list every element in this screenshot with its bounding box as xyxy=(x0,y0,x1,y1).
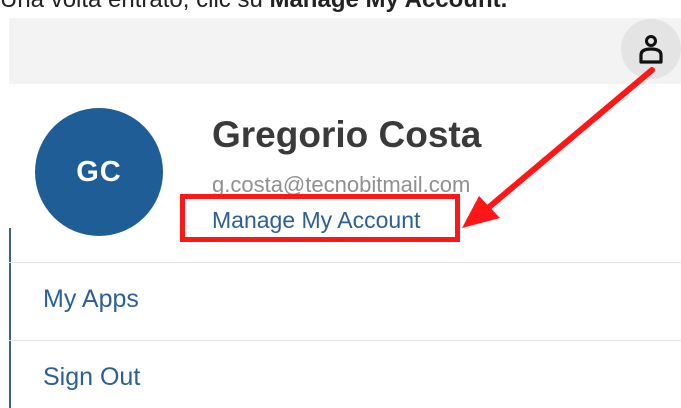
avatar: GC xyxy=(35,108,163,236)
menu-item-sign-out[interactable]: Sign Out xyxy=(43,363,140,392)
user-menu-button[interactable] xyxy=(621,19,681,79)
caption-bold-text: Manage My Account. xyxy=(269,0,507,13)
caption-text: Una volta entrato, clic su xyxy=(0,0,269,13)
divider xyxy=(9,262,681,263)
top-bar xyxy=(9,18,681,84)
avatar-initials: GC xyxy=(76,155,122,188)
divider xyxy=(9,340,681,341)
instruction-caption: Una volta entrato, clic su Manage My Acc… xyxy=(0,0,507,18)
person-outline-icon xyxy=(639,35,663,64)
user-name: Gregorio Costa xyxy=(212,114,482,155)
panel-left-edge xyxy=(9,228,11,408)
highlight-box xyxy=(180,194,460,242)
menu-item-my-apps[interactable]: My Apps xyxy=(43,285,139,314)
